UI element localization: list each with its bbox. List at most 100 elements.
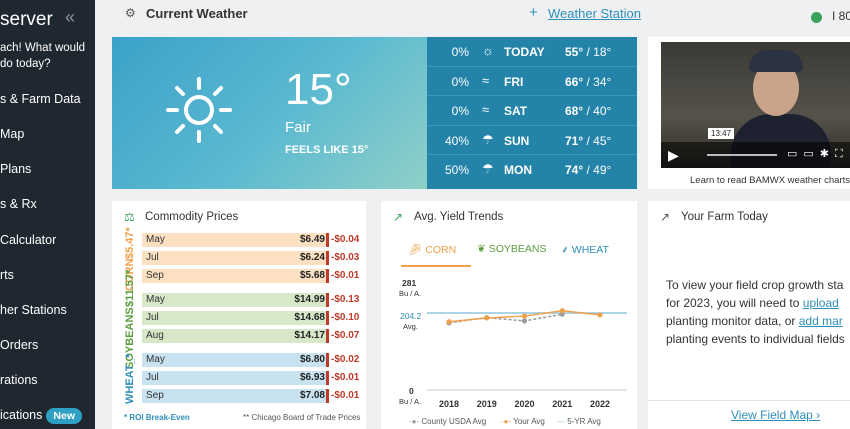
series-line-county (448, 313, 563, 324)
view-field-map-link[interactable]: View Field Map › (731, 408, 820, 422)
sidebar-item-map[interactable]: Map (0, 127, 24, 141)
chevron-right-icon: › (816, 408, 821, 422)
video-card: 13:47 ▶ ▭▭✱⛶ Learn to read BAMWX weather… (648, 37, 850, 189)
new-badge: New (46, 408, 82, 424)
price-row: Jul $6.93 (142, 371, 329, 385)
contract-month: May (146, 234, 165, 245)
farm-message: To view your field crop growth sta for 2… (666, 278, 845, 346)
plus-icon[interactable]: + (529, 4, 538, 21)
roi-footnote: * ROI Break-Even (124, 413, 190, 422)
data-point (484, 315, 490, 321)
change-bar (326, 251, 329, 265)
crop-label-wheat: WHEAT _* (124, 354, 136, 404)
contract-month: Aug (146, 330, 164, 341)
wind-icon: ≈ (482, 72, 490, 88)
contract-price: $6.24 (299, 252, 325, 263)
current-temp: 15° (285, 65, 352, 114)
upload-link[interactable]: upload (803, 296, 839, 310)
price-change: -$0.01 (331, 390, 360, 401)
crop-label-soybeans: SOYBEANS $11.57* (124, 269, 136, 369)
price-change: -$0.13 (331, 294, 360, 305)
video-timestamp: 13:47 (708, 128, 735, 139)
contract-month: Jul (146, 312, 159, 323)
sidebar: server « ach! What would do today? s & F… (0, 0, 95, 429)
presenter-hat (749, 50, 803, 72)
sun-icon (166, 77, 232, 143)
legend-your: -●- Your Avg (501, 417, 545, 426)
sidebar-item-calculator[interactable]: Calculator (0, 233, 56, 247)
sidebar-item-fields-farm-data[interactable]: s & Farm Data (0, 92, 81, 106)
price-row: May $6.49 (142, 233, 329, 247)
contract-price: $6.80 (299, 354, 325, 365)
data-point (521, 313, 528, 319)
sidebar-item-rx[interactable]: s & Rx (0, 197, 37, 211)
video-settings-icons[interactable]: ▭▭✱⛶ (787, 147, 849, 161)
video-player[interactable]: 13:47 ▶ ▭▭✱⛶ (661, 42, 850, 168)
sidebar-item-plans[interactable]: Plans (0, 162, 31, 176)
price-row: Jul $6.24 (142, 251, 329, 265)
forecast-row: 0% ≈ SAT 68° / 40° (427, 96, 637, 126)
storm-icon: ☂ (482, 161, 494, 177)
price-change: -$0.01 (331, 270, 360, 281)
price-change: -$0.03 (331, 252, 360, 263)
play-icon[interactable]: ▶ (668, 147, 679, 164)
x-tick-label: 2019 (477, 399, 497, 409)
user-location-label[interactable]: I 80 (832, 9, 850, 23)
contract-month: May (146, 354, 165, 365)
x-tick-label: 2020 (514, 399, 534, 409)
forecast-row: 40% ☂ SUN 71° / 45° (427, 126, 637, 156)
header: ⚙ Current Weather + Weather Station I 80 (95, 0, 850, 30)
sidebar-item-reports[interactable]: rts (0, 268, 14, 282)
data-point (521, 318, 528, 324)
change-bar (326, 329, 329, 343)
data-point (559, 308, 565, 314)
change-bar (326, 353, 329, 367)
sidebar-item-integrations[interactable]: rations (0, 373, 38, 387)
commodity-prices-card: ⚖ Commodity Prices CORN $5.47* May $6.49 -$0… (112, 201, 366, 429)
forecast-row: 50% ☂ MON 74° / 49° (444, 161, 612, 178)
sidebar-item-weather-stations[interactable]: her Stations (0, 303, 67, 317)
sidebar-item-notifications[interactable]: ications New (0, 408, 82, 424)
video-controls: ▶ ▭▭✱⛶ (661, 142, 850, 168)
change-bar (326, 311, 329, 325)
contract-month: Jul (146, 372, 159, 383)
data-point (446, 319, 452, 325)
sidebar-item-orders[interactable]: Orders (0, 338, 38, 352)
page-title: Current Weather (146, 6, 248, 21)
price-row: Sep $7.08 (142, 389, 329, 403)
wind-icon: ≈ (482, 102, 490, 118)
forecast-row: 0% ☼ TODAY 55° / 18° (427, 37, 637, 67)
double-chevron-left-icon[interactable]: « (65, 7, 75, 28)
contract-price: $14.99 (294, 294, 325, 305)
data-point (597, 312, 603, 318)
current-condition: Fair (285, 119, 311, 136)
video-progress-bar[interactable] (707, 154, 777, 156)
contract-price: $5.68 (299, 270, 325, 281)
price-change: -$0.01 (331, 372, 360, 383)
weather-panel: 15° Fair FEELS LIKE 15° 0% ☼ TODAY 55° /… (112, 37, 637, 189)
change-bar (326, 233, 329, 247)
price-row: Aug $14.17 (142, 329, 329, 343)
legend-5yr: — 5-YR Avg (557, 417, 601, 426)
add-manual-link[interactable]: add mar (799, 314, 843, 328)
yield-chart: 2018 2019 2020 2021 2022 (427, 308, 627, 409)
user-status-icon (811, 12, 822, 23)
contract-price: $14.68 (294, 312, 325, 323)
price-change: -$0.07 (331, 330, 360, 341)
video-caption: Learn to read BAMWX weather charts h (690, 175, 850, 186)
contract-price: $6.93 (299, 372, 325, 383)
contract-month: Jul (146, 252, 159, 263)
change-bar (326, 389, 329, 403)
price-row: May $14.99 (142, 293, 329, 307)
cbot-footnote: ** Chicago Board of Trade Prices (243, 413, 361, 422)
add-weather-station-link[interactable]: Weather Station (548, 6, 641, 21)
contract-price: $7.08 (299, 390, 325, 401)
divider (648, 400, 850, 401)
price-change: -$0.02 (331, 354, 360, 365)
forecast-list: 0% ☼ TODAY 55° / 18° 0% ≈ FRI 66° / 34° … (427, 37, 637, 189)
card-title: Commodity Prices (145, 211, 239, 223)
brand-logo: server (0, 9, 53, 30)
storm-icon: ☂ (482, 131, 494, 147)
x-tick-label: 2022 (590, 399, 610, 409)
assistant-prompt: ach! What would do today? (0, 42, 86, 70)
